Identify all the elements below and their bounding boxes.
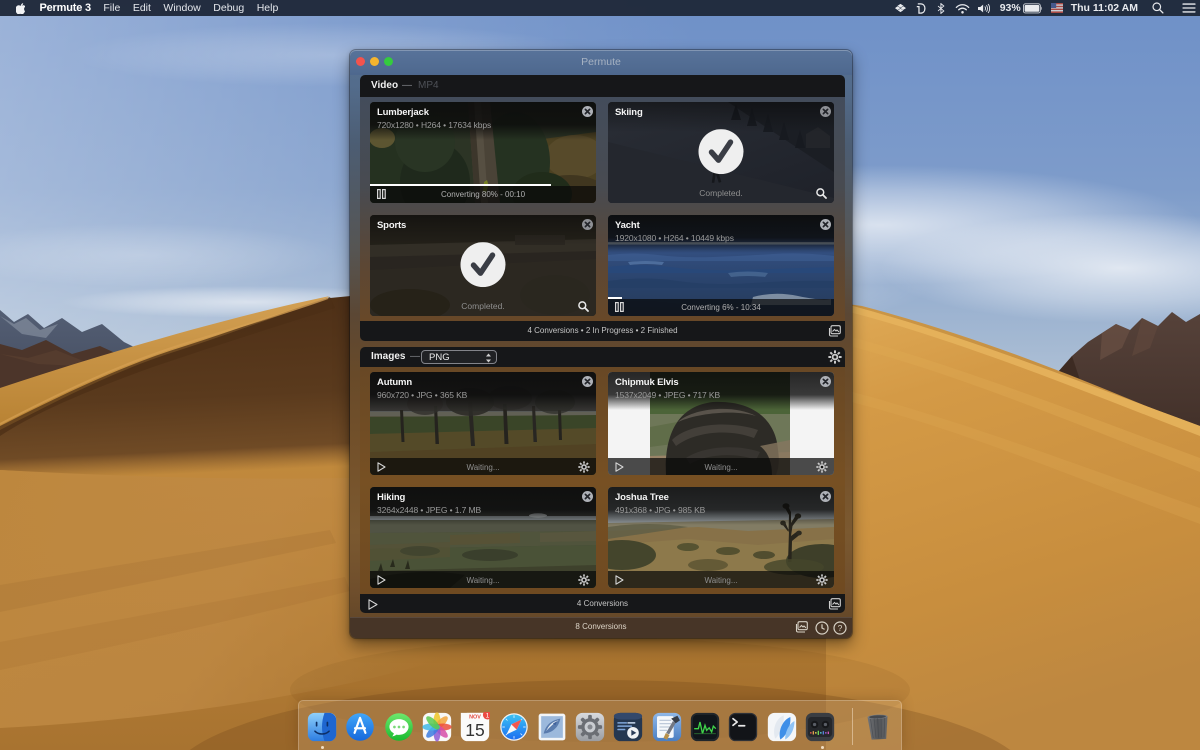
svg-text:?: ? xyxy=(838,623,843,633)
svg-text:1: 1 xyxy=(486,712,490,719)
svg-text:15: 15 xyxy=(465,720,484,740)
